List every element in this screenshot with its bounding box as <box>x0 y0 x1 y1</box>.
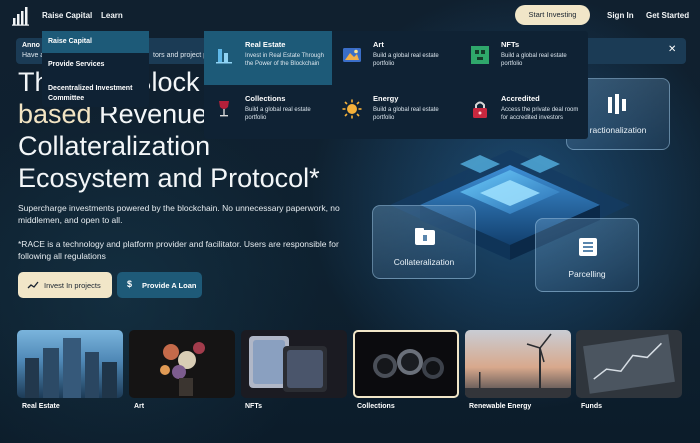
category-label-real-estate: Real Estate <box>22 403 60 410</box>
building-icon <box>216 49 232 64</box>
category-tile-renewable-energy[interactable] <box>465 330 571 398</box>
category-label-art: Art <box>134 403 145 410</box>
mega-item-collections[interactable]: Collections Build a global real estate p… <box>204 85 332 139</box>
mega-item-title: Collections <box>245 94 286 103</box>
raise-capital-menu: Raise Capital Provide Services Decentral… <box>42 31 149 107</box>
mega-item-desc: Build a global real estate portfolio <box>501 53 567 67</box>
category-label-nfts: NFTs <box>245 403 262 410</box>
flower-painting-image <box>160 342 205 396</box>
mega-item-title: Real Estate <box>245 40 286 49</box>
menu-item-committee[interactable]: Committee <box>42 95 149 102</box>
trend-up-icon <box>27 281 39 289</box>
hero-disclaimer: *RACE is a technology and platform provi… <box>18 239 339 261</box>
provide-a-loan-button[interactable]: $ Provide A Loan <box>117 272 202 298</box>
wind-turbine-image <box>465 333 571 398</box>
mega-item-title: Accredited <box>501 94 540 103</box>
asset-mega-menu: Real Estate Invest in Real Estate Throug… <box>204 31 588 139</box>
mega-item-desc: Build a global real estate portfolio <box>245 107 311 121</box>
mega-item-desc: Invest in Real Estate Through the Power … <box>245 53 324 67</box>
mega-item-nfts[interactable]: NFTs Build a global real estate portfoli… <box>460 31 588 85</box>
category-label-collections: Collections <box>357 403 395 410</box>
category-label-funds: Funds <box>581 403 602 410</box>
category-tile-funds[interactable] <box>576 330 682 398</box>
loan-button-label: Provide A Loan <box>142 281 197 290</box>
mega-item-desc: Access the private deal room for accredi… <box>501 107 579 121</box>
top-nav: Raise Capital Learn Start Investing Sign… <box>0 0 700 30</box>
box-icon <box>579 238 597 256</box>
menu-item-provide-services[interactable]: Provide Services <box>42 61 149 68</box>
menu-item-decentralized-investment[interactable]: Decentralized Investment <box>42 85 149 92</box>
dollar-icon: $ <box>127 279 133 289</box>
lock-icon <box>473 101 487 118</box>
watches-image <box>373 349 444 379</box>
bars-icon <box>608 94 626 114</box>
mega-item-energy[interactable]: Energy Build a global real estate portfo… <box>332 85 460 139</box>
mega-item-desc: Build a global real estate portfolio <box>373 107 439 121</box>
category-tile-real-estate[interactable] <box>17 330 123 398</box>
nav-raise-capital[interactable]: Raise Capital <box>42 11 92 20</box>
invest-in-projects-button[interactable]: Invest In projects <box>18 272 112 298</box>
get-started-link[interactable]: Get Started <box>646 11 689 20</box>
hero-title-line4: Ecosystem and Protocol* <box>18 163 320 193</box>
hero-description: Supercharge investments powered by the b… <box>18 203 340 225</box>
announcement-text: Have a <box>22 52 45 59</box>
mega-item-title: Energy <box>373 94 399 103</box>
category-tile-collections[interactable] <box>353 330 459 398</box>
category-tile-nfts[interactable] <box>241 330 347 398</box>
mega-item-desc: Build a global real estate portfolio <box>373 53 439 67</box>
announcement-text-tail: tors and project p <box>153 52 208 59</box>
sign-in-link[interactable]: Sign In <box>607 11 634 20</box>
stock-chart-image <box>583 334 675 394</box>
pixel-icon <box>471 46 489 64</box>
mega-item-accredited[interactable]: Accredited Access the private deal room … <box>460 85 588 139</box>
collateralization-card: Collateralization <box>372 205 476 279</box>
menu-item-raise-capital[interactable]: Raise Capital <box>42 31 149 53</box>
parcelling-label: Parcelling <box>568 269 606 279</box>
mega-item-title: NFTs <box>501 40 520 49</box>
nft-cards-image <box>249 336 327 392</box>
painting-icon <box>343 48 361 62</box>
close-icon[interactable]: ✕ <box>668 44 676 55</box>
category-tile-art[interactable] <box>129 330 235 398</box>
announcement-title: Anno <box>22 42 40 49</box>
logo-icon[interactable] <box>12 6 30 26</box>
mega-item-art[interactable]: Art Build a global real estate portfolio <box>332 31 460 85</box>
city-skyline-image <box>25 338 117 398</box>
parcelling-card: Parcelling <box>535 218 639 292</box>
nav-learn[interactable]: Learn <box>101 11 123 20</box>
mega-item-title: Art <box>373 40 384 49</box>
wine-icon <box>219 101 229 117</box>
sun-icon <box>342 99 362 119</box>
invest-button-label: Invest In projects <box>44 281 101 290</box>
start-investing-button[interactable]: Start Investing <box>515 5 590 25</box>
collateralization-label: Collateralization <box>393 257 455 267</box>
folder-lock-icon <box>415 228 435 245</box>
category-label-renewable-energy: Renewable Energy <box>469 403 532 410</box>
mega-item-real-estate[interactable]: Real Estate Invest in Real Estate Throug… <box>204 31 332 85</box>
